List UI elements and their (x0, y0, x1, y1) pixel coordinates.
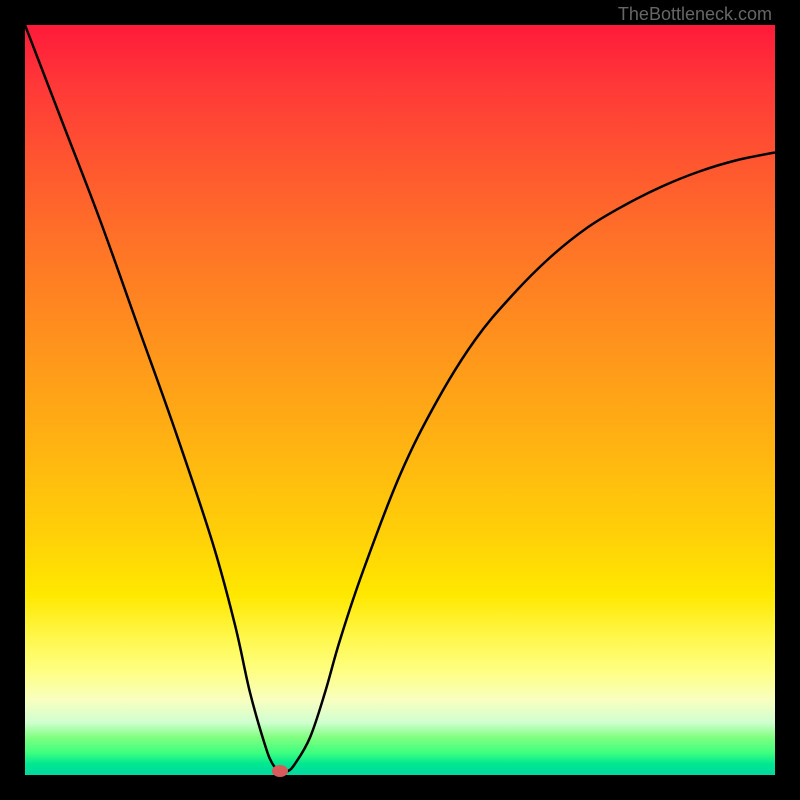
watermark-text: TheBottleneck.com (618, 4, 772, 25)
bottleneck-curve (25, 25, 775, 775)
bottleneck-marker (272, 765, 288, 777)
